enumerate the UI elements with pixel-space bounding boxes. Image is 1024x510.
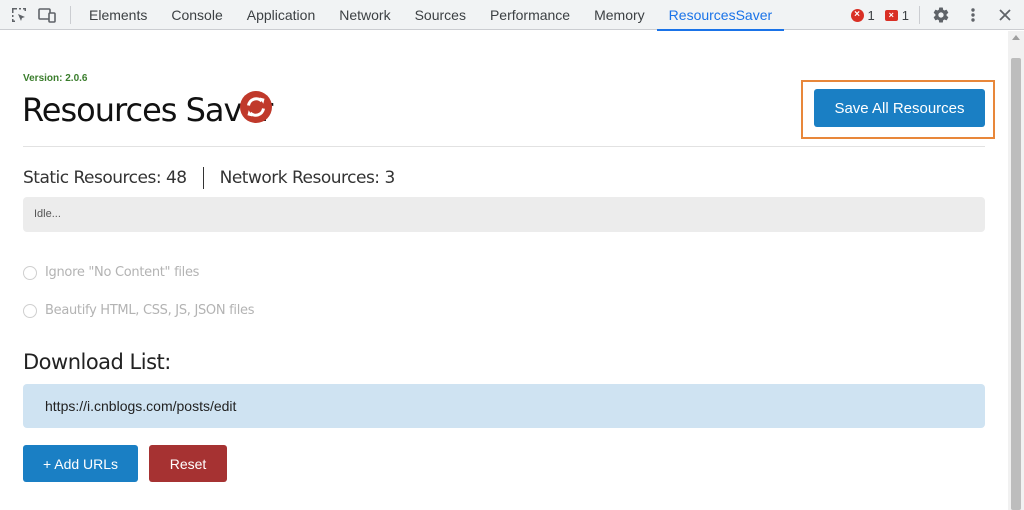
count-divider (202, 167, 204, 189)
beautify-option[interactable]: Beautify HTML, CSS, JS, JSON files (23, 303, 255, 318)
ignore-no-content-radio[interactable] (23, 265, 37, 280)
scroll-up-arrow-icon[interactable] (1012, 35, 1020, 40)
resources-saver-panel: Version: 2.0.6 Resources Saver Save All … (0, 31, 1008, 510)
tab-resourcessaver[interactable]: ResourcesSaver (656, 0, 785, 31)
vertical-scrollbar[interactable] (1008, 31, 1024, 510)
resource-counts: Static Resources: 48 Network Resources: … (23, 167, 395, 189)
static-resources-count: Static Resources: 48 (23, 168, 187, 188)
toolbar-separator (70, 5, 71, 24)
scrollbar-thumb[interactable] (1011, 58, 1021, 510)
error-icon: × (850, 8, 864, 22)
reset-button[interactable]: Reset (149, 445, 227, 482)
devtools-tool-icons (0, 4, 70, 26)
refresh-icon[interactable] (239, 90, 273, 124)
issue-count: 1 (901, 7, 909, 23)
devtools-tabs: Elements Console Application Network Sou… (77, 0, 785, 31)
tab-network[interactable]: Network (327, 0, 402, 30)
error-count: 1 (867, 7, 875, 23)
download-list-item: https://i.cnblogs.com/posts/edit (23, 384, 985, 428)
close-icon[interactable] (994, 4, 1016, 26)
tab-memory[interactable]: Memory (582, 0, 657, 30)
inspect-element-icon[interactable] (8, 4, 30, 26)
beautify-label: Beautify HTML, CSS, JS, JSON files (45, 303, 255, 318)
add-urls-button[interactable]: + Add URLs (23, 445, 138, 482)
tab-performance[interactable]: Performance (478, 0, 582, 30)
tab-console[interactable]: Console (159, 0, 234, 30)
devtools-tabbar: Elements Console Application Network Sou… (0, 0, 1024, 31)
save-all-resources-button[interactable]: Save All Resources (814, 89, 985, 127)
tab-sources[interactable]: Sources (403, 0, 478, 30)
page-title: Resources Saver (22, 91, 273, 129)
tab-application[interactable]: Application (235, 0, 328, 30)
issue-icon: × (884, 9, 898, 21)
toolbar-separator (919, 6, 920, 24)
error-counter[interactable]: × 1 (850, 7, 875, 23)
settings-gear-icon[interactable] (930, 4, 952, 26)
device-toolbar-icon[interactable] (36, 4, 58, 26)
save-all-highlight: Save All Resources (801, 80, 995, 139)
status-bar: Idle... (23, 197, 985, 232)
issues-counter[interactable]: × 1 (884, 7, 909, 23)
more-options-icon[interactable] (962, 4, 984, 26)
network-resources-count: Network Resources: 3 (219, 168, 396, 188)
ignore-no-content-option[interactable]: Ignore "No Content" files (23, 265, 199, 280)
devtools-right-tools: × 1 × 1 (850, 0, 1016, 30)
download-list-title: Download List: (23, 350, 171, 374)
version-label: Version: 2.0.6 (23, 73, 88, 84)
tab-elements[interactable]: Elements (77, 0, 159, 30)
ignore-no-content-label: Ignore "No Content" files (45, 265, 200, 280)
beautify-radio[interactable] (23, 303, 37, 318)
header-divider (23, 146, 985, 147)
